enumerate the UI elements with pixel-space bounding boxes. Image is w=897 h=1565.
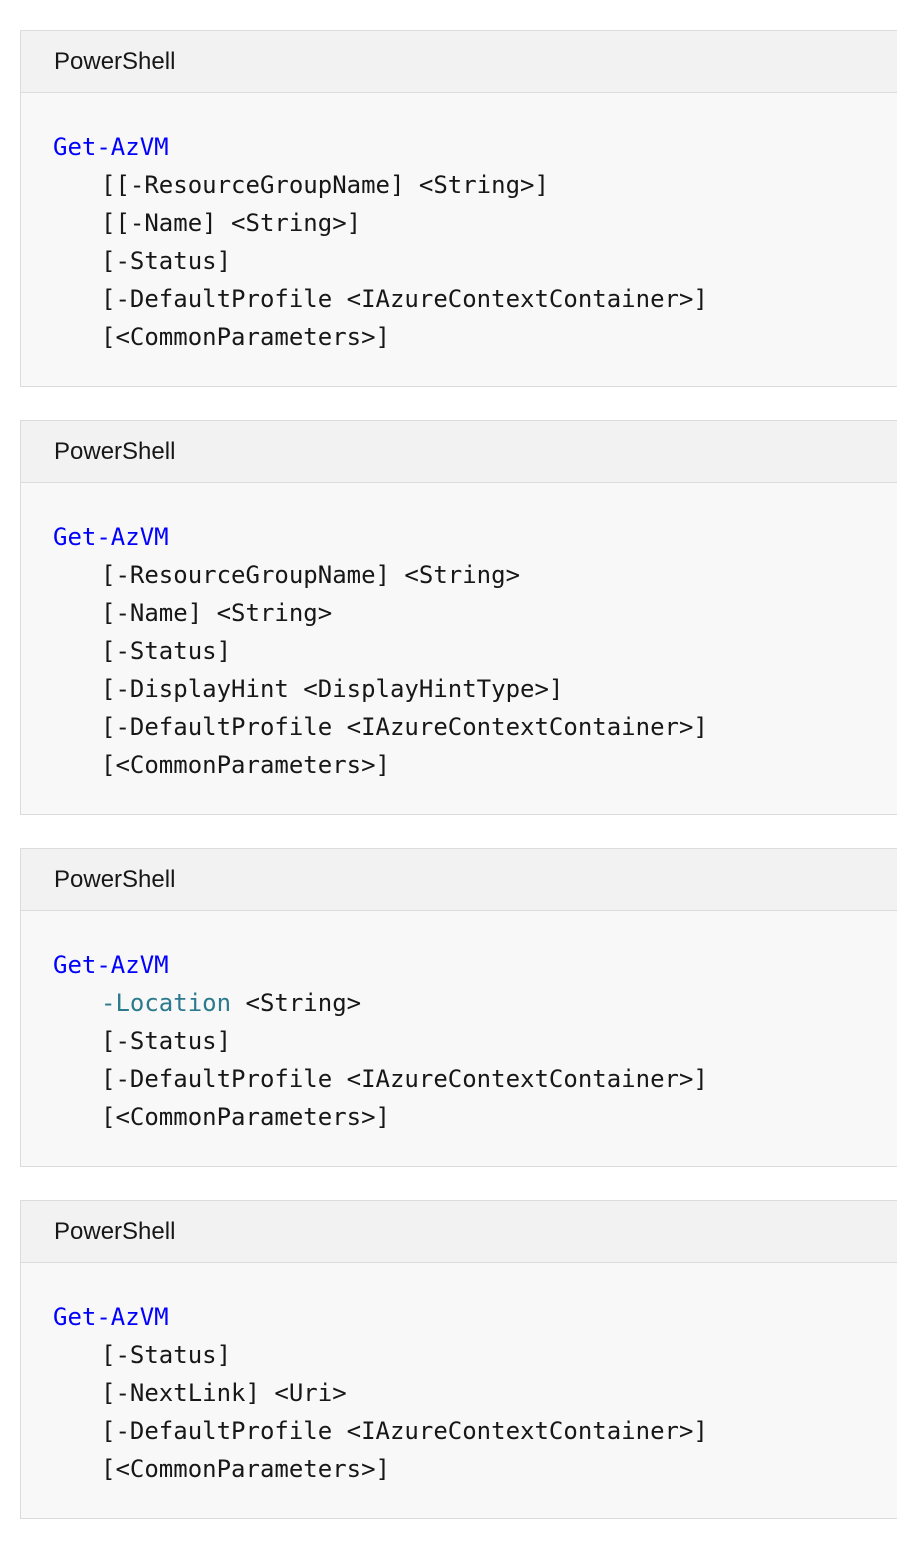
cmdlet-name: Get-AzVM xyxy=(53,1303,169,1331)
code-block-4: PowerShell Get-AzVM [-Status] [-NextLink… xyxy=(20,1200,897,1519)
code-line: [-NextLink] <Uri> xyxy=(101,1379,347,1407)
code-line: [-Status] xyxy=(101,1027,232,1055)
code-line: Get-AzVM xyxy=(53,128,897,166)
code-line: [-DefaultProfile <IAzureContextContainer… xyxy=(101,1417,708,1445)
code-language-label: PowerShell xyxy=(21,421,897,483)
code-language-label: PowerShell xyxy=(21,1201,897,1263)
code-line: [-Status] xyxy=(101,637,232,665)
code-line: [<CommonParameters>] xyxy=(101,751,390,779)
parameter-type: <String> xyxy=(231,989,362,1017)
code-content: Get-AzVM [-Status] [-NextLink] <Uri> [-D… xyxy=(21,1263,897,1488)
code-line: [[-Name] <String>] xyxy=(101,209,362,237)
parameter-name: -Location xyxy=(101,989,232,1017)
code-language-label: PowerShell xyxy=(21,849,897,911)
cmdlet-name: Get-AzVM xyxy=(53,523,169,551)
cmdlet-name: Get-AzVM xyxy=(53,133,169,161)
code-line: [[-ResourceGroupName] <String>] xyxy=(101,171,549,199)
code-line: [<CommonParameters>] xyxy=(101,1103,390,1131)
code-line: [-Status] xyxy=(101,1341,232,1369)
code-content: Get-AzVM [-ResourceGroupName] <String> [… xyxy=(21,483,897,784)
code-block-2: PowerShell Get-AzVM [-ResourceGroupName]… xyxy=(20,420,897,815)
code-line: [-Status] xyxy=(101,247,232,275)
code-line: -Location <String> xyxy=(53,984,897,1022)
code-line: [-ResourceGroupName] <String> xyxy=(101,561,521,589)
code-line: Get-AzVM xyxy=(53,518,897,556)
code-content: Get-AzVM [[-ResourceGroupName] <String>]… xyxy=(21,93,897,356)
code-line: [<CommonParameters>] xyxy=(101,323,390,351)
code-content: Get-AzVM -Location <String> [-Status] [-… xyxy=(21,911,897,1136)
code-line: [-Name] <String> xyxy=(101,599,333,627)
code-line: [<CommonParameters>] xyxy=(101,1455,390,1483)
code-line: [-DefaultProfile <IAzureContextContainer… xyxy=(101,285,708,313)
code-line: Get-AzVM xyxy=(53,946,897,984)
cmdlet-name: Get-AzVM xyxy=(53,951,169,979)
code-language-label: PowerShell xyxy=(21,31,897,93)
code-line: [-DefaultProfile <IAzureContextContainer… xyxy=(101,1065,708,1093)
code-line: [-DisplayHint <DisplayHintType>] xyxy=(101,675,564,703)
code-line: [-DefaultProfile <IAzureContextContainer… xyxy=(101,713,708,741)
code-block-3: PowerShell Get-AzVM -Location <String> [… xyxy=(20,848,897,1167)
code-line: Get-AzVM xyxy=(53,1298,897,1336)
code-block-1: PowerShell Get-AzVM [[-ResourceGroupName… xyxy=(20,30,897,387)
